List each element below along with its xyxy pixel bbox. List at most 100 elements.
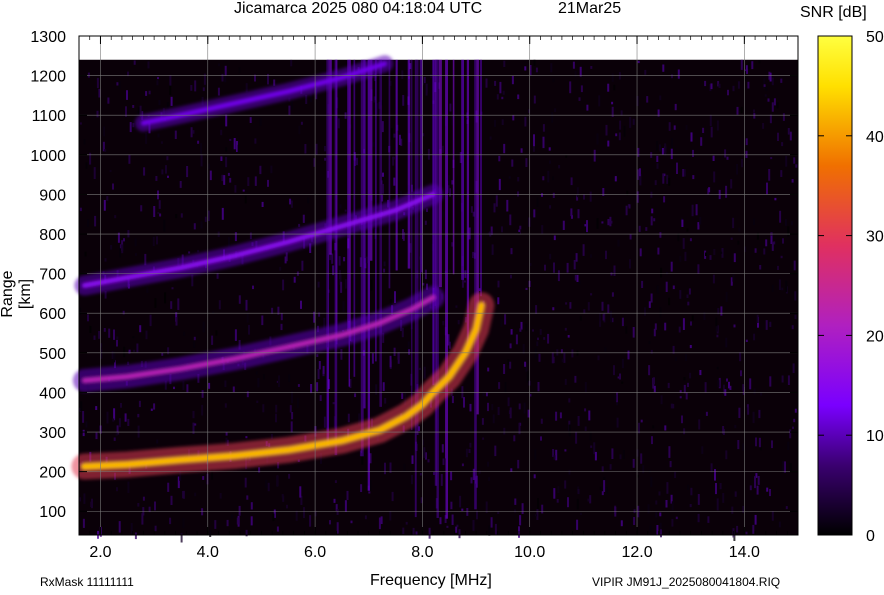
- noise-speck: [194, 492, 197, 497]
- noise-speck: [289, 198, 292, 205]
- noise-speck: [552, 307, 555, 311]
- noise-speck: [580, 85, 583, 93]
- noise-speck: [745, 138, 748, 146]
- y-tick-label: 900: [39, 187, 66, 204]
- noise-speck: [610, 220, 613, 224]
- noise-speck: [508, 176, 511, 179]
- noise-speck: [699, 370, 702, 376]
- noise-speck: [584, 382, 587, 393]
- noise-speck: [290, 59, 293, 67]
- noise-speck: [655, 512, 658, 518]
- noise-speck: [297, 384, 300, 387]
- noise-speck: [148, 90, 151, 95]
- noise-speck: [553, 235, 556, 241]
- noise-speck: [503, 364, 506, 374]
- noise-speck: [665, 272, 668, 275]
- noise-speck: [248, 324, 250, 335]
- noise-speck: [368, 491, 371, 494]
- noise-speck: [82, 411, 85, 423]
- noise-speck: [501, 226, 503, 233]
- noise-speck: [692, 175, 695, 180]
- noise-speck: [677, 233, 680, 242]
- noise-speck: [455, 526, 458, 533]
- noise-speck: [613, 365, 615, 376]
- noise-speck: [440, 473, 443, 486]
- noise-speck: [167, 347, 170, 355]
- noise-speck: [659, 95, 662, 101]
- noise-speck: [158, 99, 161, 106]
- noise-speck: [751, 61, 754, 70]
- noise-speck: [461, 463, 464, 467]
- noise-speck: [317, 281, 320, 288]
- noise-speck: [517, 191, 519, 197]
- interference-streak: [432, 59, 435, 386]
- noise-speck: [392, 156, 395, 166]
- noise-speck: [672, 403, 675, 409]
- noise-speck: [503, 427, 506, 435]
- y-tick-label: 1000: [30, 148, 66, 165]
- noise-speck: [780, 170, 783, 177]
- noise-speck: [742, 505, 745, 513]
- noise-speck: [565, 302, 568, 305]
- noise-speck: [620, 520, 623, 527]
- noise-speck: [726, 378, 728, 382]
- noise-speck: [576, 498, 579, 510]
- noise-speck: [252, 285, 254, 290]
- noise-speck: [747, 407, 750, 415]
- noise-speck: [230, 514, 233, 519]
- noise-speck: [82, 518, 85, 528]
- noise-speck: [514, 498, 517, 505]
- noise-speck: [782, 461, 785, 473]
- noise-speck: [500, 318, 503, 327]
- noise-speck: [79, 122, 82, 125]
- noise-speck: [518, 422, 521, 435]
- y-tick-label: 1200: [30, 69, 66, 86]
- noise-speck: [318, 361, 321, 370]
- noise-speck: [403, 463, 406, 472]
- noise-speck: [567, 335, 570, 338]
- noise-speck: [752, 524, 755, 534]
- noise-speck: [145, 91, 148, 96]
- noise-speck: [154, 298, 157, 308]
- noise-speck: [601, 491, 604, 496]
- noise-speck: [87, 219, 89, 227]
- noise-speck: [261, 201, 264, 207]
- noise-speck: [674, 103, 677, 111]
- noise-speck: [787, 441, 790, 451]
- noise-speck: [177, 298, 180, 310]
- noise-speck: [773, 98, 776, 106]
- noise-speck: [106, 411, 109, 424]
- noise-speck: [234, 329, 237, 341]
- noise-speck: [487, 402, 489, 412]
- noise-speck: [96, 110, 99, 118]
- noise-speck: [331, 253, 334, 264]
- noise-speck: [689, 238, 692, 242]
- noise-speck: [651, 436, 653, 445]
- noise-speck: [234, 185, 237, 193]
- noise-speck: [632, 118, 635, 125]
- noise-speck: [83, 493, 86, 504]
- noise-speck: [201, 404, 204, 416]
- noise-speck: [317, 368, 320, 379]
- noise-speck: [607, 83, 610, 92]
- noise-speck: [541, 193, 543, 197]
- noise-speck: [315, 143, 318, 155]
- noise-speck: [276, 526, 279, 532]
- noise-speck: [684, 169, 686, 177]
- noise-speck: [778, 521, 781, 528]
- noise-speck: [340, 349, 343, 360]
- noise-speck: [504, 382, 507, 393]
- noise-speck: [291, 412, 294, 420]
- noise-speck: [153, 403, 156, 410]
- noise-speck: [204, 216, 207, 222]
- noise-speck: [769, 321, 772, 327]
- noise-speck: [93, 167, 96, 179]
- noise-speck: [499, 81, 502, 94]
- noise-speck: [200, 221, 203, 229]
- noise-speck: [201, 508, 204, 516]
- noise-speck: [145, 330, 148, 340]
- noise-speck: [740, 59, 743, 70]
- noise-speck: [709, 255, 712, 260]
- noise-speck: [250, 516, 253, 526]
- noise-speck: [732, 274, 735, 282]
